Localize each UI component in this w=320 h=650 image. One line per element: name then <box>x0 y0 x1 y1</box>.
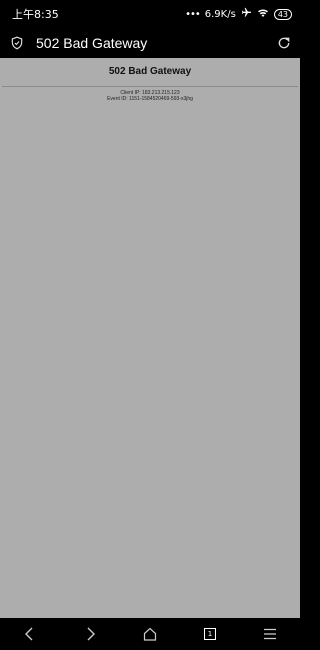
clock: 上午8:35 <box>12 8 59 21</box>
page-title[interactable]: 502 Bad Gateway <box>36 35 276 51</box>
airplane-icon <box>241 7 252 21</box>
more-dots-icon: ••• <box>185 8 201 20</box>
status-bar: 上午8:35 ••• 6.9K/s 43 <box>0 0 300 28</box>
wifi-icon <box>257 8 269 21</box>
home-icon <box>143 627 157 641</box>
shield-icon[interactable] <box>10 36 24 50</box>
menu-button[interactable] <box>258 622 282 646</box>
forward-button[interactable] <box>78 622 102 646</box>
chevron-right-icon <box>87 627 95 641</box>
error-heading: 502 Bad Gateway <box>108 66 192 77</box>
home-button[interactable] <box>138 622 162 646</box>
status-left: 上午8:35 <box>12 6 59 22</box>
battery-level: 43 <box>277 9 288 19</box>
screen: 上午8:35 ••• 6.9K/s 43 502 Bad Gateway 502… <box>0 0 300 650</box>
event-id-text: Event ID: 1151-1584520469-593-x3jhg <box>107 96 193 102</box>
network-speed: 6.9K/s <box>204 8 236 20</box>
page-content: 502 Bad Gateway Client IP: 183.213.215.1… <box>0 58 300 618</box>
tab-count: 1 <box>204 628 216 640</box>
bottom-nav: 1 <box>0 618 300 650</box>
battery-icon: 43 <box>273 8 292 20</box>
back-button[interactable] <box>18 622 42 646</box>
error-details: Client IP: 183.213.215.123 Event ID: 115… <box>0 90 300 102</box>
menu-icon <box>264 628 276 640</box>
tabs-button[interactable]: 1 <box>198 622 222 646</box>
refresh-icon[interactable] <box>276 35 292 51</box>
browser-toolbar: 502 Bad Gateway <box>0 28 300 58</box>
status-right: ••• 6.9K/s 43 <box>185 7 292 21</box>
divider <box>2 86 298 87</box>
chevron-left-icon <box>25 627 33 641</box>
